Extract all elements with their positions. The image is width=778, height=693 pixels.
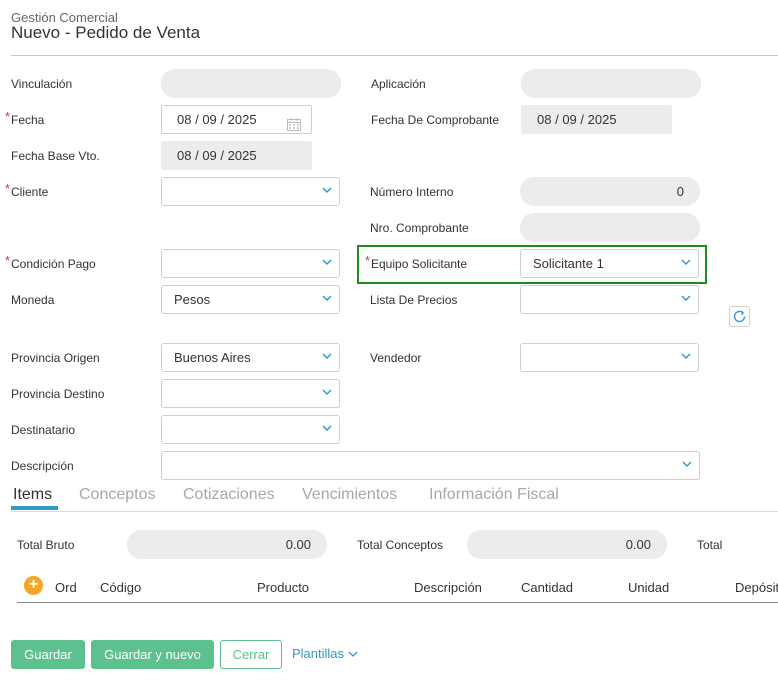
fecha-year[interactable]: 2025 bbox=[228, 112, 257, 127]
condicion-pago-label: * Condición Pago bbox=[5, 253, 96, 271]
column-header-ord: Ord bbox=[55, 580, 77, 595]
fecha-day[interactable]: 08 bbox=[177, 112, 191, 127]
column-header-descripcion: Descripción bbox=[414, 580, 482, 595]
numero-interno-field: 0 bbox=[520, 177, 700, 206]
equipo-solicitante-label-text: Equipo Solicitante bbox=[371, 257, 468, 271]
fecha-comprobante-month: 09 bbox=[562, 112, 577, 127]
column-header-unidad: Unidad bbox=[628, 580, 670, 595]
header-divider bbox=[11, 55, 778, 56]
moneda-value: Pesos bbox=[174, 292, 211, 307]
chevron-down-icon bbox=[322, 259, 332, 267]
column-header-producto: Producto bbox=[257, 580, 310, 595]
condicion-pago-label-text: Condición Pago bbox=[11, 257, 96, 271]
refresh-button[interactable] bbox=[729, 306, 750, 327]
save-button[interactable]: Guardar bbox=[11, 640, 85, 669]
equipo-solicitante-label: * Equipo Solicitante bbox=[365, 253, 468, 271]
chevron-down-icon bbox=[682, 461, 692, 469]
descripcion-label: Descripción bbox=[11, 459, 74, 473]
total-bruto-field: 0.00 bbox=[127, 530, 327, 559]
provincia-destino-select[interactable] bbox=[161, 379, 340, 408]
save-and-new-button[interactable]: Guardar y nuevo bbox=[91, 640, 214, 669]
chevron-down-icon bbox=[681, 353, 691, 361]
fecha-base-vto-field: 08 / 09 / 2025 bbox=[161, 141, 312, 170]
required-marker: * bbox=[5, 253, 11, 268]
vinculacion-label: Vinculación bbox=[11, 77, 73, 91]
chevron-down-icon bbox=[322, 353, 332, 361]
provincia-destino-label: Provincia Destino bbox=[11, 387, 105, 401]
table-header-divider bbox=[17, 602, 778, 603]
fecha-label-text: Fecha bbox=[11, 113, 45, 127]
tab-bar: Items Conceptos Cotizaciones Vencimiento… bbox=[11, 486, 778, 512]
vendedor-label: Vendedor bbox=[370, 351, 422, 365]
chevron-down-icon bbox=[322, 187, 332, 195]
tab-informacion-fiscal[interactable]: Información Fiscal bbox=[429, 486, 559, 504]
tab-items[interactable]: Items bbox=[13, 486, 52, 504]
provincia-origen-label: Provincia Origen bbox=[11, 351, 100, 365]
lista-precios-select[interactable] bbox=[520, 285, 699, 314]
nro-comprobante-field bbox=[520, 213, 700, 242]
chevron-down-icon bbox=[348, 646, 358, 661]
column-header-deposito: Depósit bbox=[735, 580, 778, 595]
moneda-label: Moneda bbox=[11, 293, 55, 307]
cliente-label: * Cliente bbox=[5, 181, 49, 199]
tab-cotizaciones[interactable]: Cotizaciones bbox=[183, 486, 275, 504]
aplicacion-field[interactable] bbox=[521, 69, 701, 98]
vinculacion-field[interactable] bbox=[161, 69, 341, 98]
equipo-solicitante-value: Solicitante 1 bbox=[533, 256, 604, 271]
tab-vencimientos[interactable]: Vencimientos bbox=[302, 486, 397, 504]
destinatario-label: Destinatario bbox=[11, 423, 76, 437]
numero-interno-label: Número Interno bbox=[370, 185, 454, 199]
chevron-down-icon bbox=[681, 259, 691, 267]
active-tab-indicator bbox=[11, 506, 58, 510]
cliente-select[interactable] bbox=[161, 177, 340, 206]
descripcion-select[interactable] bbox=[161, 451, 700, 480]
fecha-label: * Fecha bbox=[5, 109, 45, 127]
fecha-comprobante-year: 2025 bbox=[587, 112, 617, 127]
required-marker: * bbox=[5, 181, 11, 196]
fecha-base-vto-year: 2025 bbox=[227, 148, 257, 163]
chevron-down-icon bbox=[322, 389, 332, 397]
fecha-comprobante-day: 08 bbox=[537, 112, 552, 127]
chevron-down-icon bbox=[681, 295, 691, 303]
column-header-codigo: Código bbox=[100, 580, 142, 595]
required-marker: * bbox=[365, 253, 371, 268]
fecha-comprobante-label: Fecha De Comprobante bbox=[371, 113, 500, 127]
tab-conceptos[interactable]: Conceptos bbox=[79, 486, 156, 504]
provincia-origen-value: Buenos Aires bbox=[174, 350, 251, 365]
templates-dropdown[interactable]: Plantillas bbox=[292, 646, 358, 661]
vendedor-select[interactable] bbox=[520, 343, 699, 372]
nro-comprobante-label: Nro. Comprobante bbox=[370, 221, 469, 235]
fecha-base-vto-label: Fecha Base Vto. bbox=[11, 149, 100, 163]
total-label: Total bbox=[697, 538, 723, 552]
refresh-icon bbox=[732, 309, 747, 329]
total-conceptos-label: Total Conceptos bbox=[357, 538, 444, 552]
fecha-month[interactable]: 09 bbox=[202, 112, 216, 127]
chevron-down-icon bbox=[322, 425, 332, 433]
fecha-comprobante-field: 08 / 09 / 2025 bbox=[521, 105, 672, 134]
fecha-input[interactable]: 08 / 09 / 2025 bbox=[161, 105, 312, 134]
column-header-cantidad: Cantidad bbox=[521, 580, 574, 595]
total-conceptos-field: 0.00 bbox=[467, 530, 667, 559]
destinatario-select[interactable] bbox=[161, 415, 340, 444]
condicion-pago-select[interactable] bbox=[161, 249, 340, 278]
chevron-down-icon bbox=[322, 295, 332, 303]
total-bruto-label: Total Bruto bbox=[17, 538, 75, 552]
plus-circle-icon: + bbox=[28, 576, 39, 593]
templates-label: Plantillas bbox=[292, 646, 345, 661]
required-marker: * bbox=[5, 109, 11, 124]
fecha-base-vto-day: 08 bbox=[177, 148, 192, 163]
moneda-select[interactable]: Pesos bbox=[161, 285, 340, 314]
fecha-base-vto-month: 09 bbox=[202, 148, 217, 163]
page-title: Nuevo - Pedido de Venta bbox=[11, 23, 201, 42]
lista-precios-label: Lista De Precios bbox=[370, 293, 458, 307]
cliente-label-text: Cliente bbox=[11, 185, 49, 199]
aplicacion-label: Aplicación bbox=[371, 77, 426, 91]
provincia-origen-select[interactable]: Buenos Aires bbox=[161, 343, 340, 372]
calendar-icon[interactable] bbox=[287, 113, 301, 140]
close-button[interactable]: Cerrar bbox=[220, 640, 282, 669]
add-item-button[interactable]: + bbox=[24, 576, 43, 595]
equipo-solicitante-select[interactable]: Solicitante 1 bbox=[520, 249, 699, 278]
